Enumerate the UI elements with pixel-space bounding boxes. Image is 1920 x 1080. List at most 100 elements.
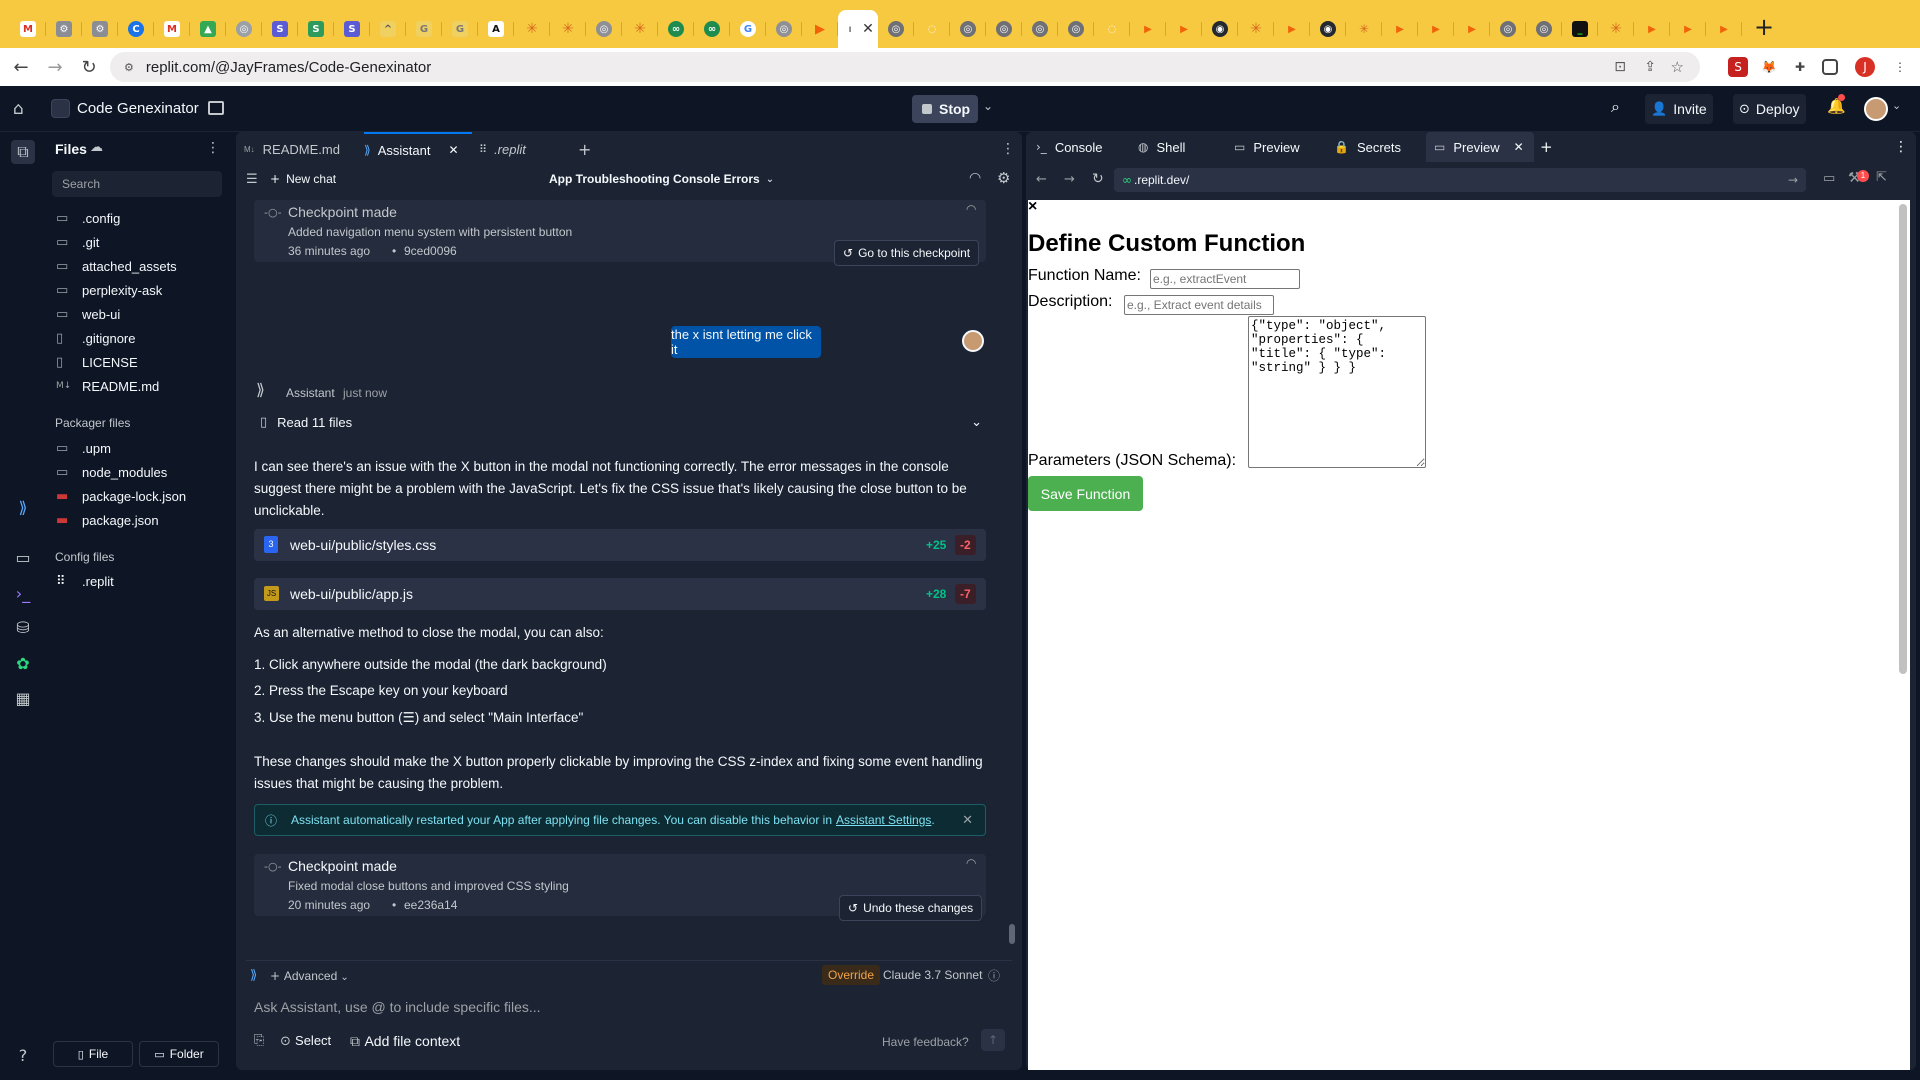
browser-tab[interactable]: ▶ [1418, 10, 1454, 48]
preview-reload-icon[interactable]: ↻ [1092, 171, 1104, 187]
tab-console[interactable]: ›_ Console [1036, 132, 1103, 162]
tab-readme[interactable]: M↓ README.md [244, 132, 362, 166]
browser-tab[interactable]: ∞ [658, 10, 694, 48]
preview-scrollbar[interactable] [1899, 204, 1907, 674]
rewind-icon[interactable]: ◠ [966, 202, 976, 216]
new-chat-button[interactable]: + New chat [270, 172, 336, 186]
send-button[interactable]: ↑ [981, 1029, 1005, 1051]
search-icon[interactable]: ⌕ [1611, 97, 1620, 117]
layout-toggle-icon[interactable] [208, 101, 224, 115]
model-label[interactable]: Claude 3.7 Sonnet [883, 968, 982, 982]
chrome-menu-icon[interactable]: ⋮ [1890, 57, 1910, 77]
rewind-icon[interactable]: ◠ [966, 856, 976, 870]
browser-tab[interactable]: G [730, 10, 766, 48]
file-readme[interactable]: M↓ README.md [56, 375, 159, 397]
open-new-tab-icon[interactable]: ⇱ [1876, 170, 1887, 185]
file-replit[interactable]: ⠿ .replit [56, 570, 114, 592]
profile-avatar[interactable]: J [1855, 57, 1875, 77]
parameters-textarea[interactable]: {"type": "object", "properties": { "titl… [1248, 316, 1426, 468]
browser-tab[interactable]: ◎ [1058, 10, 1094, 48]
add-tab-icon[interactable]: + [578, 132, 591, 166]
browser-tab[interactable]: ✳ [1598, 10, 1634, 48]
browser-tab[interactable]: ◎ [878, 10, 914, 48]
settings-gear-icon[interactable]: ⚙ [997, 169, 1010, 187]
tab-preview-active[interactable]: ▭ Preview ✕ [1426, 132, 1534, 162]
sidepanel-icon[interactable] [1822, 59, 1838, 75]
database-icon[interactable]: ⛁ [12, 616, 34, 638]
browser-tab[interactable]: ^ [370, 10, 406, 48]
site-info-icon[interactable]: ⚙ [124, 61, 134, 74]
save-function-button[interactable]: Save Function [1028, 476, 1143, 511]
select-button[interactable]: ⊙ Select [280, 1033, 331, 1049]
browser-tab[interactable]: ◎ [950, 10, 986, 48]
file-change-row[interactable]: 3 web-ui/public/styles.css +25 -2 [254, 529, 986, 561]
all-tools-icon[interactable]: ▦ [12, 687, 34, 709]
tab-replit[interactable]: ⠿ .replit [479, 132, 559, 166]
run-options-chevron-icon[interactable]: ⌄ [983, 99, 993, 113]
go-arrow-icon[interactable]: → [1788, 173, 1798, 187]
read-files-row[interactable]: ▯ Read 11 files ⌄ [260, 410, 982, 434]
folder-attached-assets[interactable]: ▭ attached_assets [56, 255, 177, 277]
project-avatar[interactable] [51, 99, 70, 118]
undo-changes-button[interactable]: ↺ Undo these changes [839, 895, 983, 921]
browser-tab[interactable]: ✳ [1238, 10, 1274, 48]
browser-tab[interactable]: A [478, 10, 514, 48]
browser-tab[interactable]: S [298, 10, 334, 48]
panel-menu-icon[interactable]: ⋮ [1001, 132, 1015, 166]
go-to-checkpoint-button[interactable]: ↺ Go to this checkpoint [834, 240, 980, 266]
browser-tab[interactable]: ▶ [1130, 10, 1166, 48]
invite-button[interactable]: 👤 Invite [1645, 94, 1713, 124]
back-icon[interactable]: ← [8, 54, 34, 80]
file-license[interactable]: ▯ LICENSE [56, 351, 138, 373]
browser-tab[interactable]: _ [1562, 10, 1598, 48]
chat-input[interactable]: Ask Assistant, use @ to include specific… [254, 999, 994, 1015]
assistant-icon[interactable]: ⟫ [12, 496, 34, 518]
add-file-context-button[interactable]: ⧉ Add file context [350, 1033, 460, 1050]
install-icon[interactable]: ⊡ [1614, 59, 1626, 75]
browser-tab[interactable]: ▶ [1382, 10, 1418, 48]
file-change-row[interactable]: JS web-ui/public/app.js +28 -7 [254, 578, 986, 610]
browser-tab[interactable]: M [154, 10, 190, 48]
folder-perplexity-ask[interactable]: ▭ perplexity-ask [56, 279, 162, 301]
preview-url-bar[interactable]: ∞ .replit.dev/ → [1114, 168, 1806, 192]
browser-tab[interactable]: ◌ [1094, 10, 1130, 48]
browser-tab[interactable]: ▲ [190, 10, 226, 48]
tab-secrets[interactable]: 🔒 Secrets [1334, 132, 1401, 162]
tab-close-icon[interactable]: ✕ [1514, 140, 1524, 154]
browser-tab[interactable]: G [406, 10, 442, 48]
advanced-dropdown[interactable]: + Advanced ⌄ [270, 969, 349, 983]
browser-tab[interactable]: G [442, 10, 478, 48]
panel-menu-icon[interactable]: ⋮ [1894, 132, 1908, 162]
folder-git[interactable]: ▭ .git [56, 231, 99, 253]
files-menu-icon[interactable]: ⋮ [206, 140, 220, 156]
browser-tab[interactable]: ◎ [1022, 10, 1058, 48]
shell-icon[interactable]: ›_ [12, 582, 34, 604]
browser-tab[interactable]: ✳ [622, 10, 658, 48]
browser-tab[interactable]: ◎ [766, 10, 802, 48]
chat-scrollbar[interactable] [1009, 924, 1015, 944]
browser-tab[interactable]: ▶ [1454, 10, 1490, 48]
browser-tab[interactable]: ◎ [586, 10, 622, 48]
browser-tab[interactable]: ▶ [1670, 10, 1706, 48]
forward-icon[interactable]: → [42, 54, 68, 80]
browser-tab[interactable]: ✳ [514, 10, 550, 48]
browser-tab[interactable]: ∞ [694, 10, 730, 48]
extension-icon[interactable]: S [1728, 57, 1748, 77]
browser-tab[interactable]: ▶ [802, 10, 838, 48]
file-gitignore[interactable]: ▯ .gitignore [56, 327, 135, 349]
tab-close-icon[interactable]: ✕ [862, 21, 874, 37]
browser-tab[interactable]: ✳ [550, 10, 586, 48]
deploy-button[interactable]: ⊙ Deploy [1733, 94, 1806, 124]
browser-tab[interactable]: ▶ [1274, 10, 1310, 48]
browser-tab[interactable]: ⚙ [82, 10, 118, 48]
folder-web-ui[interactable]: ▭ web-ui [56, 303, 120, 325]
browser-tab[interactable]: ▶ [1706, 10, 1742, 48]
browser-tab[interactable]: ▶ [1166, 10, 1202, 48]
modal-close-button[interactable]: × [1028, 198, 1037, 216]
browser-tab[interactable]: ⚙ [46, 10, 82, 48]
folder-upm[interactable]: ▭ .upm [56, 437, 111, 459]
new-tab-button[interactable]: + [1754, 13, 1774, 41]
file-package-lock[interactable]: ▬ package-lock.json [56, 485, 186, 507]
feedback-link[interactable]: Have feedback? [882, 1035, 969, 1049]
browser-tab[interactable]: S [334, 10, 370, 48]
